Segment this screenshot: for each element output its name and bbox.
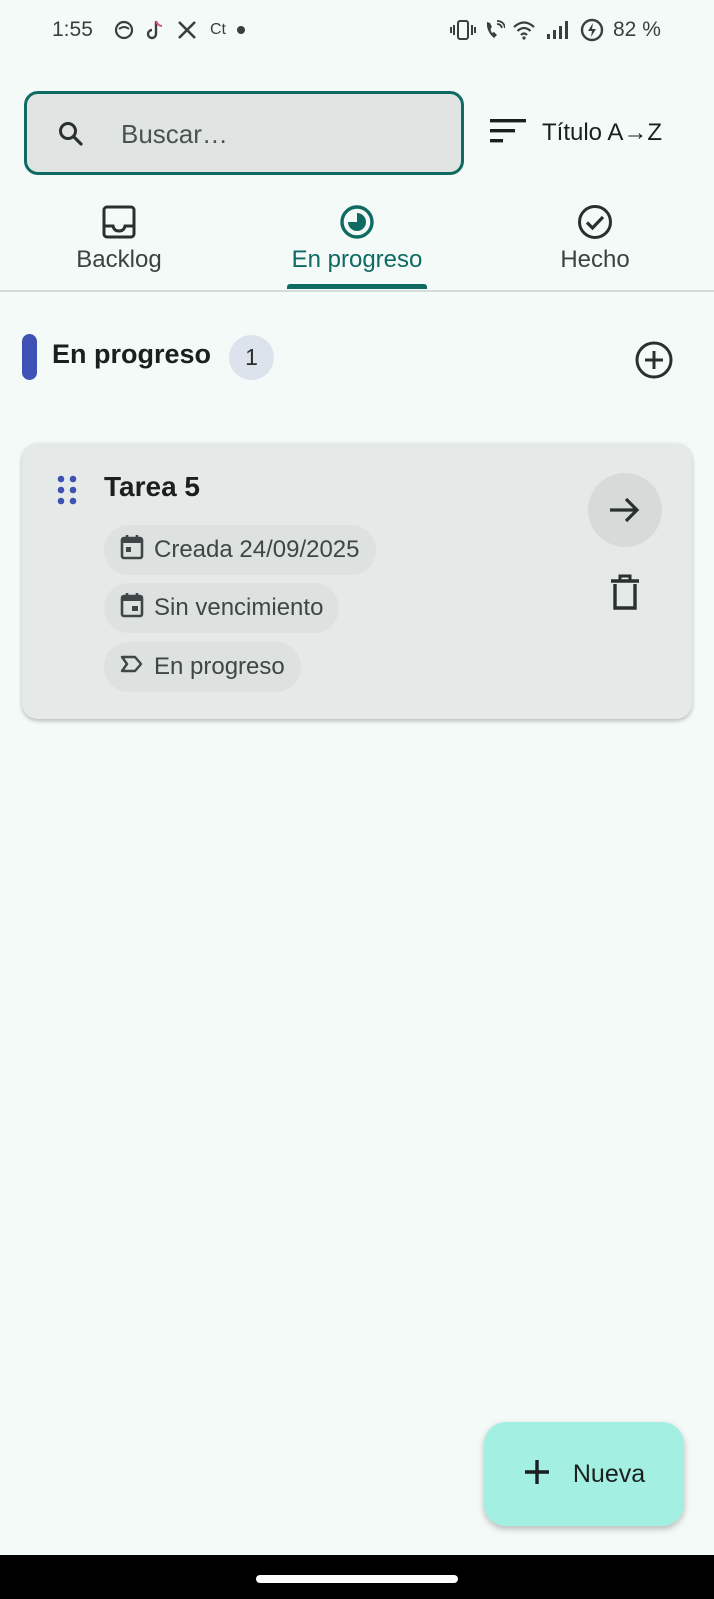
move-task-button[interactable] [588,473,662,547]
status-chip: En progreso [104,642,301,692]
drag-handle-icon[interactable] [54,473,80,507]
status-text: En progreso [154,653,285,680]
sort-button[interactable]: Título A→Z [490,108,662,158]
check-circle-icon [577,204,613,240]
arrow-right-icon [610,497,640,523]
chat-bubble-icon [114,19,134,41]
search-input[interactable] [119,112,453,156]
created-date-text: Creada 24/09/2025 [154,536,360,563]
due-date-chip: Sin vencimiento [104,583,340,633]
task-title: Tarea 5 [104,471,200,502]
home-gesture-handle[interactable] [256,1575,458,1583]
tab-bar: Backlog En progreso Hecho [0,196,714,292]
inbox-icon [101,204,137,240]
due-date-text: Sin vencimiento [154,594,324,621]
label-tag-icon [120,653,144,681]
calendar-icon [120,592,144,625]
section-count-badge: 1 [229,335,274,380]
calendar-icon [120,534,144,567]
created-date-chip: Creada 24/09/2025 [104,525,376,575]
tiktok-icon [145,19,165,41]
signal-icon [546,19,568,41]
plus-icon [523,1458,551,1491]
add-circle-icon [635,341,673,379]
tab-label: En progreso [291,246,423,273]
search-field[interactable] [24,91,464,175]
tab-indicator [287,284,427,289]
task-card[interactable]: Tarea 5 Creada 24/09/2025 Sin vencimient… [22,443,692,719]
vibrate-icon [450,19,476,41]
battery-charging-icon [580,18,604,42]
fab-label: Nueva [572,1459,646,1488]
x-icon [177,19,197,41]
add-task-button[interactable] [632,338,676,382]
status-bar: 1:55 Ct 82 % [0,0,714,62]
delete-task-button[interactable] [607,573,643,613]
ct-icon: Ct [210,21,226,38]
tab-hecho[interactable]: Hecho [476,196,714,288]
new-task-fab[interactable]: Nueva [484,1422,684,1526]
tab-en-progreso[interactable]: En progreso [238,196,476,288]
battery-level: 82 % [613,18,661,41]
trash-icon [611,574,639,610]
tab-label: Hecho [560,246,630,273]
wifi-call-icon [483,19,505,41]
status-time: 1:55 [52,18,93,41]
sort-icon [490,118,526,149]
wifi-icon [512,19,536,41]
tab-label: Backlog [76,246,162,273]
search-icon [57,120,85,148]
tab-backlog[interactable]: Backlog [0,196,238,288]
section-title: En progreso [52,339,212,369]
notification-dot-icon [236,19,246,41]
section-accent-bar [22,334,37,380]
progress-icon [339,204,375,240]
sort-label: Título A→Z [542,119,663,146]
